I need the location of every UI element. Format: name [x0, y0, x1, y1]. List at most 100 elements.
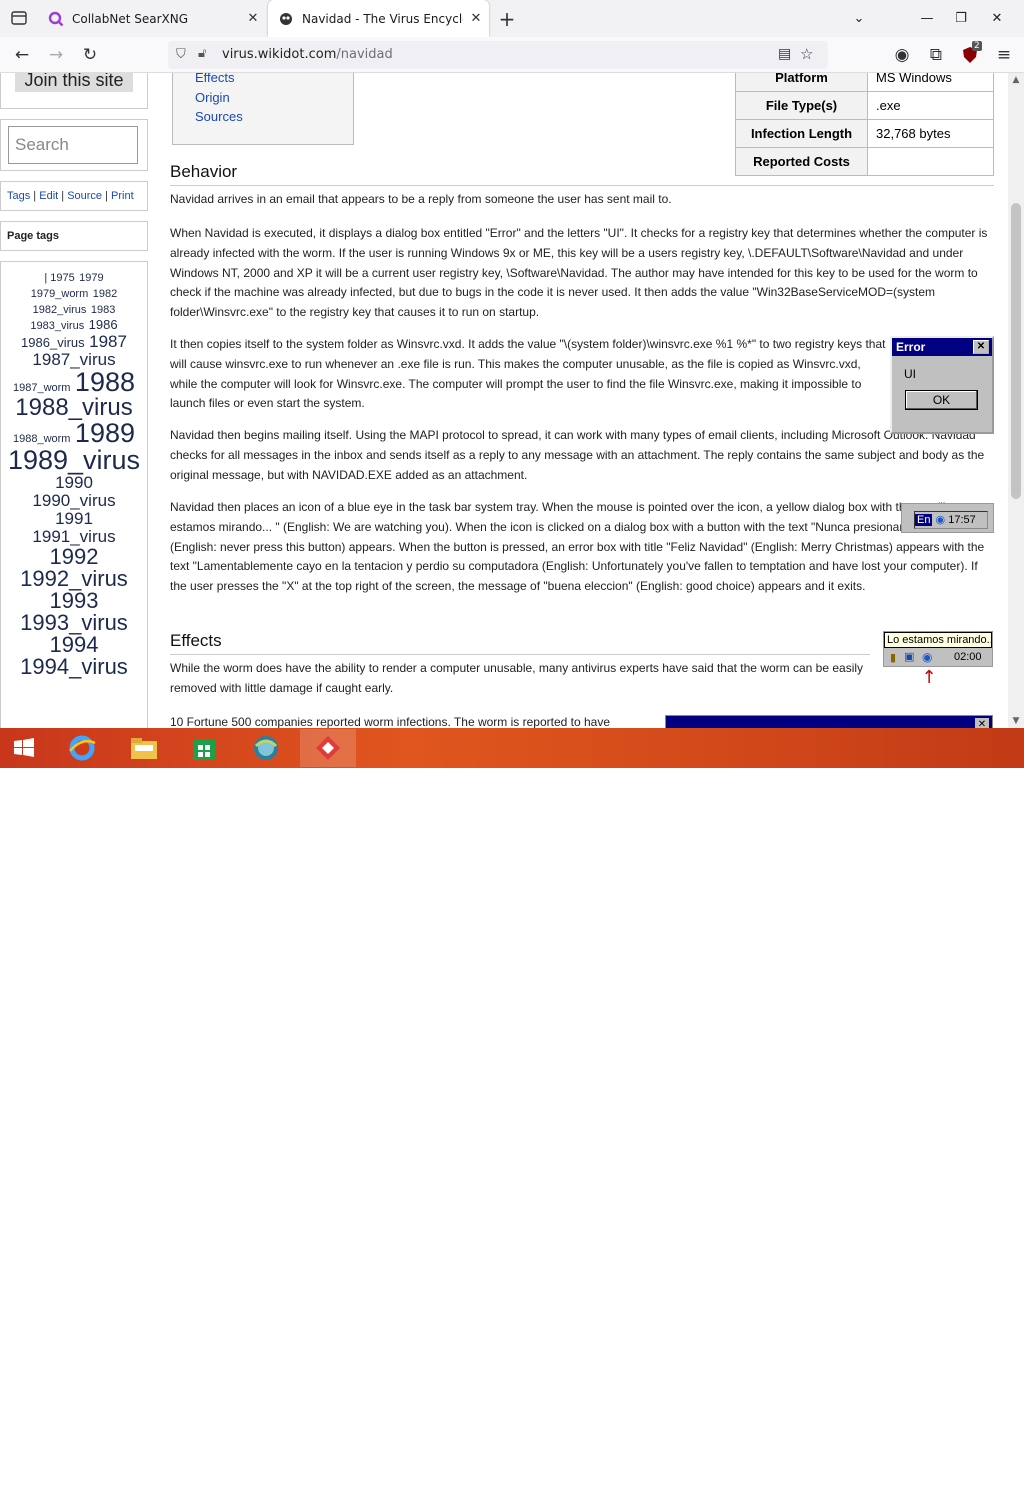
infobox-row: Platform MS Windows [735, 73, 994, 92]
error-dialog-image: Error ✕ UI OK [890, 336, 994, 434]
behavior-paragraph: It then copies itself to the system fold… [170, 337, 886, 411]
bookmark-star-icon[interactable]: ☆ [800, 45, 813, 63]
start-windows-icon[interactable] [0, 729, 48, 767]
navigation-bar: ← → ↻ ⛉ 🔓︎ virus.wikidot.com/navidad ▤ ☆… [0, 37, 1024, 73]
scrollbar-thumb[interactable] [1011, 203, 1021, 499]
table-of-contents: Effects Origin Sources [172, 73, 354, 145]
tag-link[interactable]: 1979 [79, 272, 103, 284]
tag-link[interactable]: 1988_virus [15, 394, 132, 421]
active-app-icon[interactable] [300, 729, 356, 767]
search-input[interactable]: Search [8, 126, 138, 164]
tag-link[interactable]: 1991 [55, 509, 93, 528]
search-box: Search [0, 119, 148, 171]
tag-row: 1993 [1, 590, 147, 612]
tag-row: 1987_worm 1988 [1, 369, 147, 396]
close-tab-icon[interactable]: ✕ [240, 11, 266, 26]
tag-row: 1979_worm 1982 [1, 285, 147, 301]
searxng-icon [48, 11, 64, 27]
tag-link[interactable]: 1983 [91, 304, 115, 316]
source-link[interactable]: Source [67, 190, 102, 202]
edit-link[interactable]: Edit [39, 190, 58, 202]
infobox-row: File Type(s) .exe [735, 91, 994, 120]
join-site-button[interactable]: Join this site [15, 73, 133, 92]
internet-explorer-icon[interactable] [54, 729, 110, 767]
infobox-key: Infection Length [735, 119, 868, 148]
tag-row: 1994_virus [1, 656, 147, 678]
tag-cloud: | 1975 1979 1979_worm 1982 1982_virus 1983… [0, 261, 148, 728]
toc-link-effects[interactable]: Effects [195, 73, 235, 85]
tag-link[interactable]: 1988_worm [13, 433, 70, 445]
behavior-paragraph: Navidad then places an icon of a blue ey… [170, 500, 985, 594]
ublock-icon[interactable]: 2 [956, 41, 984, 69]
tag-row: 1990 [1, 474, 147, 492]
error-dialog-title: Error ✕ [892, 338, 992, 356]
page-scrollbar[interactable]: ▲ ▼ [1008, 73, 1024, 728]
tab-searxng[interactable]: CollabNet SearXNG ✕ [38, 0, 266, 37]
tooltip-text: Lo estamos mirando... [884, 632, 992, 648]
shield-icon[interactable]: ⛉ [176, 47, 186, 62]
forward-icon[interactable]: → [42, 41, 70, 69]
scroll-up-icon[interactable]: ▲ [1008, 73, 1024, 87]
tag-link[interactable]: 1979_worm [31, 288, 88, 300]
menu-icon[interactable]: ≡ [990, 41, 1018, 69]
network-icon: ▣ [904, 650, 915, 663]
toc-link-sources[interactable]: Sources [195, 109, 243, 124]
sep: | [30, 190, 40, 202]
close-icon: ✕ [973, 340, 989, 354]
tag-link[interactable]: 1983_virus [30, 320, 84, 332]
tag-link[interactable]: 1982 [93, 288, 117, 300]
tag-link[interactable]: 1990_virus [32, 491, 115, 510]
browser-globe-icon[interactable] [238, 729, 294, 767]
clock-date: 9/12/2024 [954, 1477, 1008, 1491]
tag-link[interactable]: 1982_virus [33, 304, 87, 316]
file-explorer-icon[interactable] [116, 729, 172, 767]
toc-link-origin[interactable]: Origin [195, 90, 230, 105]
tags-link[interactable]: Tags [7, 190, 30, 202]
page-tools: Tags | Edit | Source | Print [0, 181, 148, 211]
tab-label: CollabNet SearXNG [72, 11, 189, 26]
address-bar[interactable]: ⛉ 🔓︎ virus.wikidot.com/navidad ▤ ☆ [168, 41, 828, 69]
tab-overflow-icon[interactable]: ⌄ [842, 0, 876, 37]
window-close-icon[interactable]: ✕ [980, 0, 1014, 37]
tag-link[interactable]: 1989 [75, 418, 135, 448]
close-tab-icon[interactable]: ✕ [463, 11, 489, 26]
account-icon[interactable]: ◉ [888, 41, 916, 69]
red-arrow-icon: ↑ [921, 667, 937, 688]
scroll-down-icon[interactable]: ▼ [1008, 714, 1024, 728]
tag-link[interactable]: 1986 [89, 317, 118, 332]
tag-link[interactable]: 1988 [75, 367, 135, 397]
tag-link[interactable]: 1994_virus [20, 654, 128, 679]
new-tab-button[interactable]: + [494, 6, 520, 32]
tab-navidad[interactable]: Navidad - The Virus Encyclope ✕ [268, 0, 489, 37]
tag-link[interactable]: 1987 [89, 332, 127, 351]
tag-link[interactable]: 1990 [55, 473, 93, 492]
volume-muted-icon[interactable]: 🔇︎ [922, 1470, 930, 1485]
infobox-key: File Type(s) [735, 91, 868, 120]
system-clock[interactable]: 9:38 PM 9/12/2024 [948, 1459, 1014, 1493]
store-icon[interactable] [176, 729, 232, 767]
back-icon[interactable]: ← [8, 41, 36, 69]
tab-label: Navidad - The Virus Encyclope [302, 11, 463, 26]
print-link[interactable]: Print [111, 190, 134, 202]
extensions-icon[interactable]: ⧉ [922, 41, 950, 69]
effects-paragraph: 10 Fortune 500 companies reported worm i… [170, 715, 611, 728]
sep: | [58, 190, 68, 202]
show-hidden-icons[interactable]: ⌃ [878, 1470, 888, 1484]
lang-indicator: En [915, 514, 933, 526]
tag-link[interactable]: | 1975 [44, 272, 74, 284]
minimize-icon[interactable]: — [910, 0, 944, 37]
infobox-row: Infection Length 32,768 bytes [735, 119, 994, 148]
reader-view-icon[interactable]: ▤ [778, 46, 791, 62]
tag-link[interactable]: 1989_virus [8, 445, 140, 475]
sep: | [102, 190, 112, 202]
reload-icon[interactable]: ↻ [76, 41, 104, 69]
tag-row: 1991 [1, 510, 147, 528]
url-path: /navidad [336, 47, 393, 62]
tag-link[interactable]: 1986_virus [21, 335, 85, 350]
tag-link[interactable]: 1987_worm [13, 382, 70, 394]
restore-icon[interactable]: ❐ [944, 0, 978, 37]
tab-list-icon[interactable] [0, 0, 37, 37]
network-tray-icon[interactable]: ▣ [900, 1470, 911, 1484]
insecure-lock-icon[interactable]: 🔓︎ [198, 46, 206, 61]
error-dialog-text: UI [904, 367, 916, 381]
